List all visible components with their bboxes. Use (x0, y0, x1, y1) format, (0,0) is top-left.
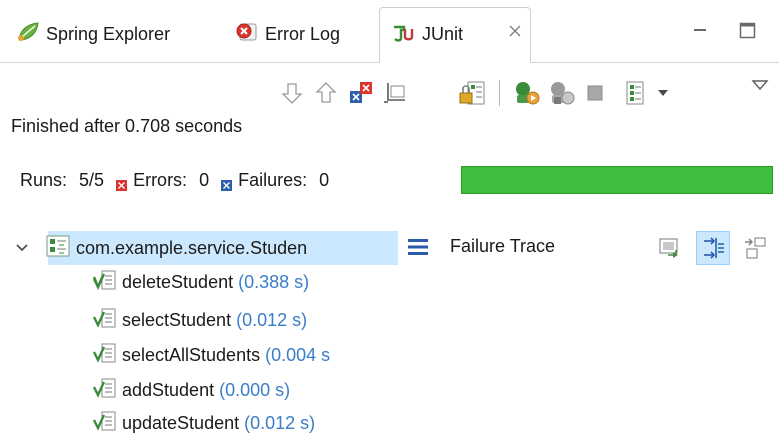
test-passed-icon (92, 377, 116, 404)
test-passed-icon (92, 307, 116, 334)
tab-label: Error Log (265, 23, 341, 44)
view-tab-bar: Spring Explorer Error Log JUnit (0, 0, 779, 63)
tab-spring-explorer[interactable]: Spring Explorer (16, 14, 170, 54)
finished-status-text: Finished after 0.708 seconds (11, 116, 243, 136)
test-class-name: com.example.service.Studen (76, 237, 308, 258)
failures-value: 0 (319, 169, 330, 190)
tree-root-test-class[interactable]: com.example.service.Studen (12, 232, 307, 264)
stack-trace-icon (408, 238, 428, 256)
errors-value: 0 (199, 169, 210, 190)
show-failures-only-icon[interactable] (346, 78, 376, 108)
history-dropdown-icon[interactable] (648, 78, 678, 108)
errors-label: Errors: (133, 169, 188, 190)
test-method-name: updateStudent (122, 412, 240, 433)
chevron-down-icon[interactable] (12, 238, 32, 258)
test-passed-icon (92, 410, 116, 437)
view-menu-icon[interactable] (745, 70, 775, 100)
test-method-time: (0.388 s) (238, 271, 310, 292)
failures-icon (221, 175, 233, 191)
test-method-row[interactable]: selectAllStudents (0.004 s (92, 339, 398, 371)
previous-failure-icon[interactable] (311, 78, 341, 108)
runs-label: Runs: (20, 169, 68, 190)
filter-stack-trace-icon[interactable] (701, 236, 725, 260)
test-run-history-icon[interactable] (620, 78, 650, 108)
tab-label: JUnit (422, 23, 464, 44)
test-method-row[interactable]: addStudent (0.000 s) (92, 374, 290, 406)
test-method-name: selectAllStudents (122, 344, 261, 365)
tab-junit[interactable]: JUnit (392, 14, 463, 54)
tab-error-log[interactable]: Error Log (235, 14, 340, 54)
failure-trace-title: Failure Trace (450, 236, 556, 256)
failures-label: Failures: (238, 169, 308, 190)
maximize-icon[interactable] (739, 22, 756, 39)
spring-leaf-icon (16, 21, 40, 48)
test-progress-bar (461, 166, 773, 194)
failure-trace-header: Failure Trace (398, 229, 779, 267)
test-method-row[interactable]: selectStudent (0.012 s) (92, 304, 307, 336)
test-suite-icon (46, 235, 70, 262)
rerun-test-icon[interactable] (512, 78, 542, 108)
close-icon[interactable] (507, 23, 523, 39)
stop-icon[interactable] (580, 78, 610, 108)
toolbar-separator (499, 80, 500, 106)
next-failure-icon[interactable] (277, 78, 307, 108)
copy-trace-icon[interactable] (743, 236, 769, 260)
rerun-failed-first-icon[interactable] (547, 78, 577, 108)
test-method-row[interactable]: deleteStudent (0.388 s) (92, 266, 309, 298)
test-method-time: (0.000 s) (219, 379, 291, 400)
lock-results-icon[interactable] (457, 78, 487, 108)
test-passed-icon (92, 342, 116, 369)
test-passed-icon (92, 269, 116, 296)
test-method-name: selectStudent (122, 309, 232, 330)
scroll-lock-icon[interactable] (380, 78, 410, 108)
test-counters: Runs: 5/5 Errors: 0 Failures: 0 (20, 166, 329, 194)
test-method-name: addStudent (122, 379, 215, 400)
test-method-row[interactable]: updateStudent (0.012 s) (92, 407, 315, 439)
tab-label: Spring Explorer (46, 23, 171, 44)
junit-icon (392, 21, 416, 48)
test-method-time: (0.012 s) (236, 309, 308, 330)
runs-value: 5/5 (79, 169, 105, 190)
minimize-icon[interactable] (693, 24, 707, 36)
test-method-time: (0.004 s (265, 344, 331, 365)
compare-results-icon[interactable] (658, 236, 682, 260)
error-log-icon (235, 21, 259, 48)
errors-icon (116, 175, 128, 191)
test-method-name: deleteStudent (122, 271, 234, 292)
test-method-time: (0.012 s) (244, 412, 316, 433)
